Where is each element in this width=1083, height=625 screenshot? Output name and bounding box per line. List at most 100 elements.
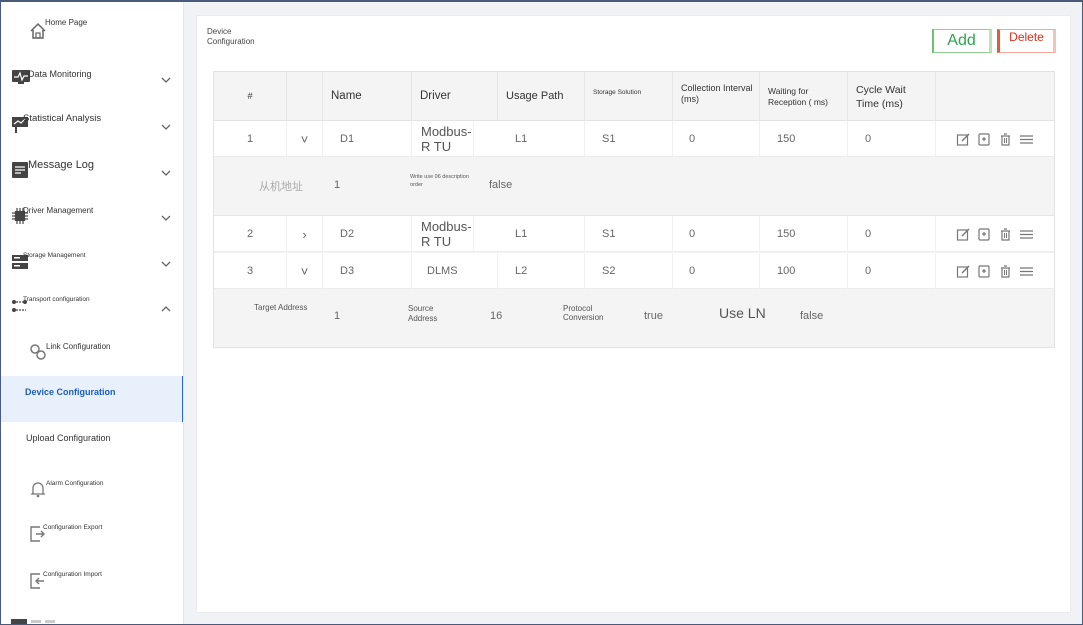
row-actions — [956, 264, 1034, 279]
sidebar-item-device-configuration[interactable]: Device Configuration — [1, 376, 183, 422]
sidebar-item-label: Alarm Configuration — [46, 480, 104, 487]
col-usage-path: Usage Path — [498, 72, 585, 121]
row-detail: 从机地址 1 Write use 06 description order fa… — [214, 157, 1054, 216]
cell-storage: S1 — [585, 216, 673, 252]
main-panel: Device Configuration Add Delete # Name D… — [196, 15, 1071, 613]
cell-wait: 150 — [760, 216, 848, 252]
edit-icon[interactable] — [956, 264, 971, 279]
col-expand — [287, 72, 323, 121]
cell-index: 1 — [214, 121, 287, 157]
list-icon[interactable] — [1019, 227, 1034, 242]
cell-interval: 0 — [673, 121, 760, 157]
sidebar-item-data-monitoring[interactable]: Data Monitoring — [1, 62, 183, 106]
sidebar-item-label: Home Page — [45, 18, 88, 27]
sidebar-item-configuration-import[interactable]: Configuration Import — [1, 563, 183, 607]
sidebar-item-driver-management[interactable]: Driver Management — [1, 200, 183, 244]
sidebar-item-upload-configuration[interactable]: Upload Configuration — [1, 426, 183, 470]
copy-icon[interactable] — [977, 132, 992, 147]
cell-storage: S2 — [585, 253, 673, 289]
sidebar-item-configuration-export[interactable]: Configuration Export — [1, 516, 183, 560]
cell-path: L1 — [498, 216, 585, 252]
table-header: # Name Driver Usage Path Storage Solutio… — [214, 72, 1054, 121]
row-actions — [956, 227, 1034, 242]
edit-icon[interactable] — [956, 132, 971, 147]
trash-icon[interactable] — [998, 227, 1013, 242]
col-cycle-wait: Cycle Wait Time (ms) — [848, 72, 936, 121]
sidebar-item-alarm-configuration[interactable]: Alarm Configuration — [1, 472, 183, 516]
slave-address-value: 1 — [334, 179, 341, 191]
partial-icon — [11, 619, 55, 624]
cell-driver: DLMS — [412, 253, 498, 289]
delete-button[interactable]: Delete — [997, 29, 1056, 53]
sidebar-item-label: Upload Configuration — [26, 433, 111, 443]
use-ln-label: Use LN — [719, 305, 766, 321]
col-name: Name — [323, 72, 412, 121]
copy-icon[interactable] — [977, 227, 992, 242]
cell-wait: 150 — [760, 121, 848, 157]
cell-path: L2 — [498, 253, 585, 289]
chevron-down-icon — [161, 261, 171, 267]
target-address-label: Target Address — [254, 303, 308, 312]
cell-interval: 0 — [673, 216, 760, 252]
sidebar-item-label: Message Log — [28, 159, 95, 171]
chevron-down-icon — [161, 124, 171, 130]
target-address-value: 1 — [334, 310, 341, 322]
table-row: 1 ˅ D1 Modbus-R TU L1 S1 0 150 0 — [214, 121, 1054, 157]
cell-index: 3 — [214, 253, 287, 289]
source-address-label: Source Address — [408, 304, 438, 323]
bell-icon — [30, 482, 46, 498]
expand-toggle[interactable]: › — [287, 216, 323, 252]
chevron-down-icon — [161, 215, 171, 221]
sidebar-item-label: Device Configuration — [25, 387, 116, 397]
delete-button-label: Delete — [1009, 30, 1044, 44]
protocol-conversion-value: true — [644, 310, 663, 322]
cell-path: L1 — [498, 121, 585, 157]
link-icon — [30, 344, 46, 360]
cell-name: D2 — [323, 216, 412, 252]
sidebar-item-label: Transport configuration — [23, 296, 90, 303]
cell-storage: S1 — [585, 121, 673, 157]
add-button-label: Add — [947, 32, 976, 49]
row-detail: Target Address 1 Source Address 16 Proto… — [214, 289, 1054, 347]
use-ln-value: false — [800, 310, 824, 322]
sidebar-item-label: Configuration Import — [43, 571, 102, 578]
trash-icon[interactable] — [998, 132, 1013, 147]
list-icon[interactable] — [1019, 264, 1034, 279]
expand-toggle[interactable]: ˅ — [287, 121, 323, 157]
cell-driver: Modbus-R TU — [412, 121, 474, 157]
sidebar-item-label: Data Monitoring — [28, 69, 92, 79]
sidebar-item-link-configuration[interactable]: Link Configuration — [1, 336, 183, 380]
cell-cycle: 0 — [848, 121, 936, 157]
cell-name: D1 — [323, 121, 412, 157]
copy-icon[interactable] — [977, 264, 992, 279]
write-order-value: false — [489, 179, 513, 191]
sidebar-item-storage-management[interactable]: Storage Management — [1, 246, 183, 290]
cell-cycle: 0 — [848, 253, 936, 289]
list-icon[interactable] — [1019, 132, 1034, 147]
table-row: 2 › D2 Modbus-R TU L1 S1 0 150 0 — [214, 216, 1054, 252]
table-row: 3 ˅ D3 DLMS L2 S2 0 100 0 — [214, 253, 1054, 289]
col-storage-solution: Storage Solution — [585, 72, 673, 121]
edit-icon[interactable] — [956, 227, 971, 242]
sidebar-item-statistical-analysis[interactable]: Statistical Analysis — [1, 108, 183, 152]
device-table: # Name Driver Usage Path Storage Solutio… — [213, 71, 1055, 348]
protocol-conversion-label: Protocol Conversion — [563, 304, 604, 322]
cell-cycle: 0 — [848, 216, 936, 252]
sidebar-item-home[interactable]: Home Page — [1, 10, 183, 54]
page-title: Device Configuration — [207, 27, 255, 46]
chevron-down-icon — [161, 77, 171, 83]
sidebar-item-label: Storage Management — [23, 252, 86, 259]
trash-icon[interactable] — [998, 264, 1013, 279]
add-button[interactable]: Add — [932, 29, 992, 53]
col-index: # — [214, 72, 287, 121]
chevron-up-icon — [161, 306, 171, 312]
cell-wait: 100 — [760, 253, 848, 289]
col-collection-interval: Collection Interval (ms) — [673, 72, 760, 121]
sidebar-item-message-log[interactable]: Message Log — [1, 154, 183, 198]
col-driver: Driver — [412, 72, 498, 121]
col-actions — [936, 72, 1054, 121]
sidebar-item-transport-configuration[interactable]: Transport configuration — [1, 292, 183, 336]
cell-name: D3 — [323, 253, 412, 289]
write-order-label: Write use 06 description order — [410, 174, 469, 188]
expand-toggle[interactable]: ˅ — [287, 253, 323, 289]
